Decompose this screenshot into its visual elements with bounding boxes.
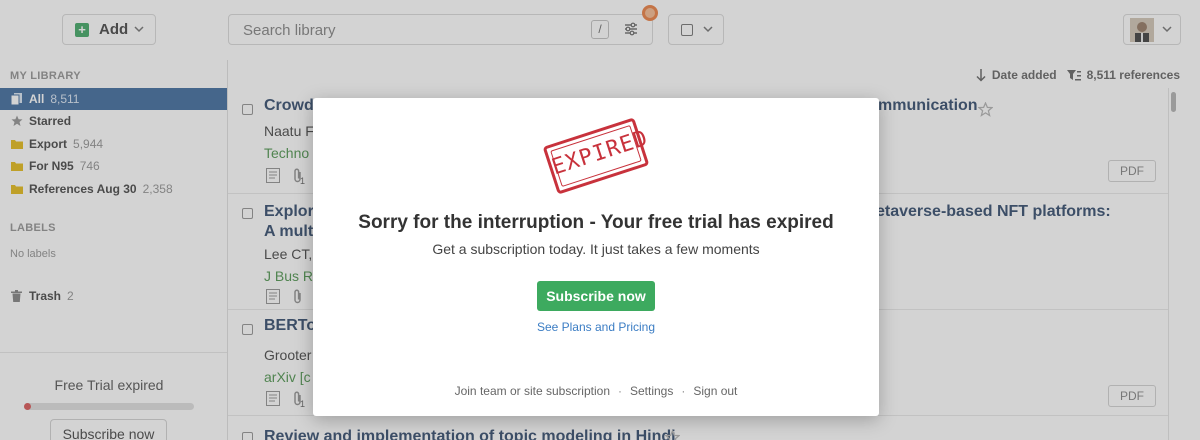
sign-out-link[interactable]: Sign out: [693, 384, 737, 398]
team-subscription-link[interactable]: Join team or site subscription: [455, 384, 610, 398]
footer-separator: ·: [618, 384, 622, 398]
settings-link[interactable]: Settings: [630, 384, 673, 398]
dialog-subtitle: Get a subscription today. It just takes …: [432, 241, 760, 257]
plans-pricing-link[interactable]: See Plans and Pricing: [313, 320, 879, 334]
dialog-title: Sorry for the interruption - Your free t…: [358, 212, 834, 233]
trial-expired-dialog: EXPIRED Sorry for the interruption - You…: [313, 98, 879, 416]
footer-separator: ·: [681, 384, 686, 398]
subscribe-now-button[interactable]: Subscribe now: [537, 281, 655, 311]
expired-stamp: EXPIRED: [542, 117, 651, 195]
dialog-footer: Join team or site subscription · Settings ·…: [313, 384, 879, 398]
